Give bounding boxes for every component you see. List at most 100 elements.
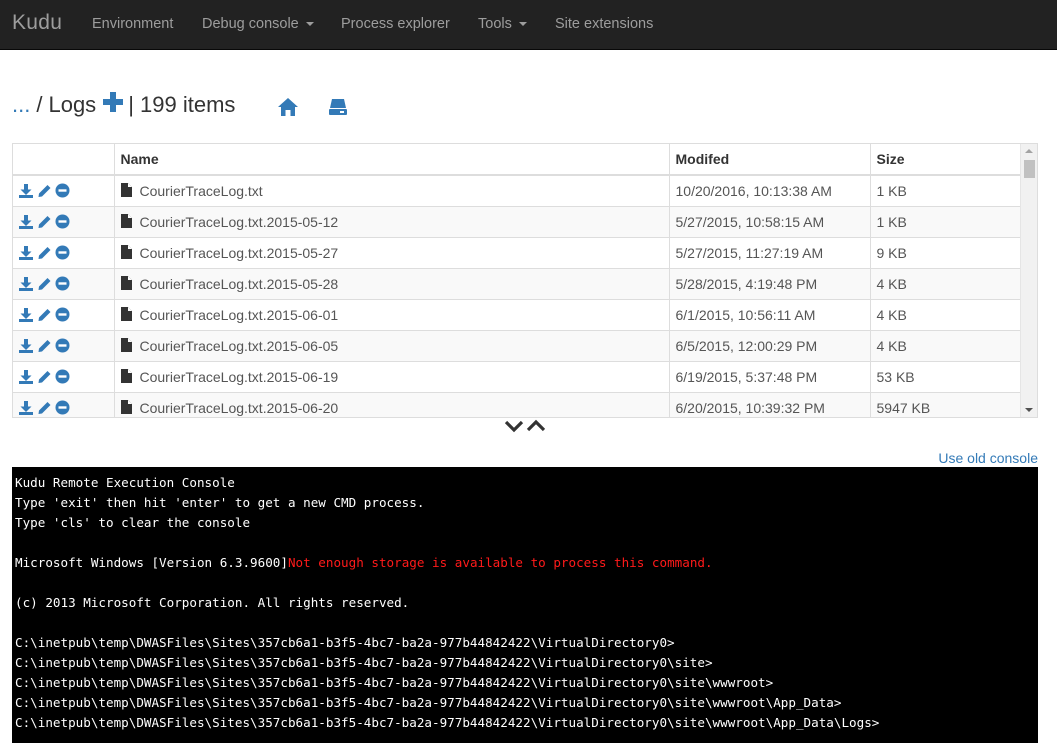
pencil-icon[interactable]	[37, 246, 52, 260]
remove-icon[interactable]	[55, 276, 70, 291]
pencil-icon[interactable]	[37, 370, 52, 384]
table-row[interactable]: CourierTraceLog.txt.2015-06-19 6/19/2015,…	[13, 360, 1022, 392]
file-name-cell[interactable]: CourierTraceLog.txt.2015-06-19	[114, 360, 670, 392]
pencil-icon[interactable]	[37, 215, 52, 229]
file-name-cell[interactable]: CourierTraceLog.txt.2015-05-12	[114, 205, 670, 237]
nav-label: Environment	[92, 16, 174, 32]
remove-icon[interactable]	[55, 183, 70, 198]
download-icon[interactable]	[19, 338, 34, 353]
kudu-logo[interactable]: Kudu	[12, 11, 62, 35]
console-line: C:\inetpub\temp\DWASFiles\Sites\357cb6a1…	[15, 713, 1035, 733]
download-icon[interactable]	[19, 245, 34, 260]
nav-site-extensions[interactable]: Site extensions	[555, 16, 653, 32]
modified-cell: 6/1/2015, 10:56:11 AM	[669, 298, 871, 330]
console-line-text: Type 'exit' then hit 'enter' to get a ne…	[15, 495, 425, 510]
row-actions-group	[19, 369, 113, 384]
console-line: Type 'exit' then hit 'enter' to get a ne…	[15, 493, 1035, 513]
table-row[interactable]: CourierTraceLog.txt.2015-05-28 5/28/2015,…	[13, 267, 1022, 299]
file-name-cell[interactable]: CourierTraceLog.txt	[114, 174, 670, 206]
plus-icon[interactable]	[102, 91, 124, 113]
console-line-text: Type 'cls' to clear the console	[15, 515, 251, 530]
file-name-cell[interactable]: CourierTraceLog.txt.2015-05-28	[114, 267, 670, 299]
pencil-icon[interactable]	[37, 308, 52, 322]
nav-label: Site extensions	[555, 16, 654, 32]
download-icon[interactable]	[19, 369, 34, 384]
remove-icon[interactable]	[55, 214, 70, 229]
chevron-down-icon[interactable]	[505, 420, 524, 433]
remove-icon[interactable]	[55, 369, 70, 384]
modified-cell: 6/5/2015, 12:00:29 PM	[669, 329, 871, 361]
table-row[interactable]: CourierTraceLog.txt.2015-06-05 6/5/2015, …	[13, 329, 1022, 361]
modified-cell: 6/20/2015, 10:39:32 PM	[669, 391, 871, 417]
header-name[interactable]: Name	[114, 144, 670, 176]
scroll-down-arrow-icon[interactable]	[1025, 408, 1033, 412]
table-row[interactable]: CourierTraceLog.txt.2015-06-01 6/1/2015, …	[13, 298, 1022, 330]
file-name-cell[interactable]: CourierTraceLog.txt.2015-06-20	[114, 391, 670, 417]
console-line-text: Microsoft Windows [Version 6.3.9600]	[15, 555, 288, 570]
header-modified[interactable]: Modifed	[669, 144, 871, 176]
size-cell: 4 KB	[870, 267, 1022, 299]
chevron-up-icon[interactable]	[526, 419, 545, 432]
file-name-cell[interactable]: CourierTraceLog.txt.2015-05-27	[114, 236, 670, 268]
file-name[interactable]: CourierTraceLog.txt.2015-06-01	[140, 307, 339, 323]
download-icon[interactable]	[19, 307, 34, 322]
scrollbar-thumb[interactable]	[1024, 160, 1035, 178]
file-name[interactable]: CourierTraceLog.txt.2015-05-27	[140, 245, 339, 261]
download-icon[interactable]	[19, 183, 34, 198]
row-actions-group	[19, 307, 113, 322]
table-row[interactable]: CourierTraceLog.txt.2015-05-12 5/27/2015,…	[13, 205, 1022, 237]
console-line-text: C:\inetpub\temp\DWASFiles\Sites\357cb6a1…	[15, 635, 675, 650]
file-name[interactable]: CourierTraceLog.txt	[140, 183, 263, 199]
remove-icon[interactable]	[55, 307, 70, 322]
header-size[interactable]: Size	[870, 144, 1022, 176]
resize-toggle[interactable]	[505, 418, 545, 434]
file-name[interactable]: CourierTraceLog.txt.2015-05-28	[140, 276, 339, 292]
table-scrollbar[interactable]	[1020, 144, 1037, 417]
nav-tools[interactable]: Tools	[478, 16, 527, 32]
nav-environment[interactable]: Environment	[92, 16, 173, 32]
console-line: C:\inetpub\temp\DWASFiles\Sites\357cb6a1…	[15, 693, 1035, 713]
use-old-console-link[interactable]: Use old console	[938, 450, 1038, 466]
file-name[interactable]: CourierTraceLog.txt.2015-06-19	[140, 369, 339, 385]
row-actions	[13, 236, 115, 268]
drive-icon[interactable]	[328, 96, 348, 116]
caret-down-icon	[305, 22, 314, 27]
file-name[interactable]: CourierTraceLog.txt.2015-06-05	[140, 338, 339, 354]
console-line-text: C:\inetpub\temp\DWASFiles\Sites\357cb6a1…	[15, 695, 842, 710]
nav-process-explorer[interactable]: Process explorer	[341, 16, 450, 32]
row-actions-group	[19, 400, 113, 415]
table-row[interactable]: CourierTraceLog.txt.2015-06-20 6/20/2015,…	[13, 391, 1022, 417]
row-actions	[13, 205, 115, 237]
pencil-icon[interactable]	[37, 184, 52, 198]
table-row[interactable]: CourierTraceLog.txt 10/20/2016, 10:13:38 …	[13, 174, 1022, 206]
modified-cell: 5/27/2015, 11:27:19 AM	[669, 236, 871, 268]
nav-debug-console[interactable]: Debug console	[202, 16, 314, 32]
remove-icon[interactable]	[55, 338, 70, 353]
file-name[interactable]: CourierTraceLog.txt.2015-06-20	[140, 400, 339, 416]
breadcrumb-parent-link[interactable]: ...	[12, 92, 30, 118]
file-name-cell[interactable]: CourierTraceLog.txt.2015-06-05	[114, 329, 670, 361]
size-cell: 1 KB	[870, 205, 1022, 237]
row-actions-group	[19, 338, 113, 353]
pencil-icon[interactable]	[37, 401, 52, 415]
home-icon[interactable]	[277, 96, 299, 118]
file-name[interactable]: CourierTraceLog.txt.2015-05-12	[140, 214, 339, 230]
pencil-icon[interactable]	[37, 339, 52, 353]
download-icon[interactable]	[19, 400, 34, 415]
table-row[interactable]: CourierTraceLog.txt.2015-05-27 5/27/2015,…	[13, 236, 1022, 268]
remove-icon[interactable]	[55, 245, 70, 260]
console-error-text: Not enough storage is available to proce…	[287, 555, 713, 570]
console-output[interactable]: Kudu Remote Execution Console Type 'exit'…	[12, 467, 1038, 743]
file-table-container: Name Modifed Size CourierTraceLog.txt 10/…	[12, 143, 1038, 418]
remove-icon[interactable]	[55, 400, 70, 415]
modified-cell: 5/28/2015, 4:19:48 PM	[669, 267, 871, 299]
file-name-cell[interactable]: CourierTraceLog.txt.2015-06-01	[114, 298, 670, 330]
modified-cell: 6/19/2015, 5:37:48 PM	[669, 360, 871, 392]
pencil-icon[interactable]	[37, 277, 52, 291]
scroll-up-arrow-icon[interactable]	[1025, 149, 1033, 153]
download-icon[interactable]	[19, 214, 34, 229]
download-icon[interactable]	[19, 276, 34, 291]
